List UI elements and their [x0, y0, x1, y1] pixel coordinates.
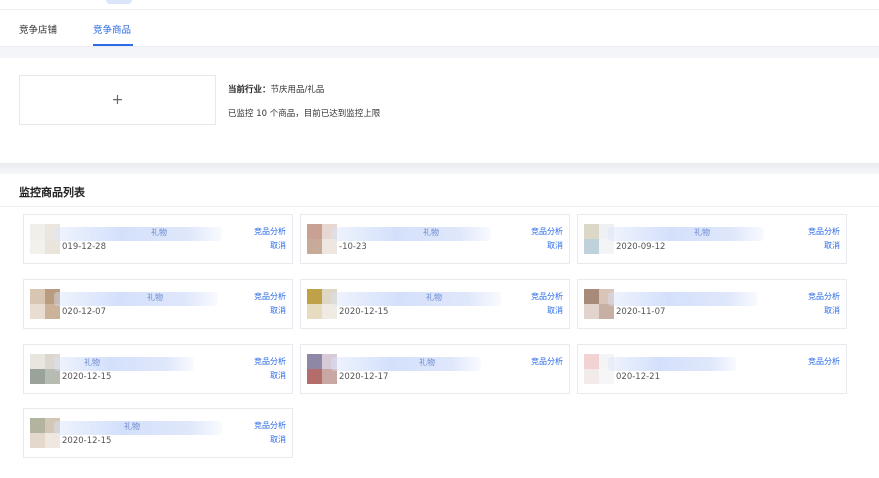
product-name-redacted	[608, 357, 736, 371]
cancel-monitor-link[interactable]: 取消	[270, 370, 286, 381]
cancel-monitor-link[interactable]: 取消	[547, 305, 563, 316]
title-divider	[0, 206, 879, 207]
competitor-analysis-link[interactable]: 竞品分析	[531, 356, 563, 367]
product-name[interactable]: 礼物	[151, 227, 167, 238]
cancel-monitor-link[interactable]: 取消	[270, 305, 286, 316]
competitor-analysis-link[interactable]: 竞品分析	[531, 291, 563, 302]
product-card: 020-12-21 竞品分析	[577, 344, 847, 394]
competitor-analysis-link[interactable]: 竞品分析	[254, 291, 286, 302]
competitor-analysis-link[interactable]: 竞品分析	[808, 356, 840, 367]
industry-label: 当前行业：	[228, 85, 271, 95]
competitor-analysis-link[interactable]: 竞品分析	[254, 356, 286, 367]
cancel-monitor-link[interactable]: 取消	[824, 305, 840, 316]
product-name-redacted	[54, 227, 222, 241]
product-name-redacted	[54, 357, 194, 371]
product-card: 礼物 2020-12-17 竞品分析	[300, 344, 570, 394]
monitor-date: 2020-09-12	[616, 242, 666, 252]
tab-bar: 竞争店铺 竞争商品	[0, 11, 879, 47]
product-card: 礼物 2020-12-15 竞品分析取消	[300, 279, 570, 329]
product-name-redacted	[331, 227, 491, 241]
industry-value: 节庆用品/礼品	[270, 85, 325, 95]
plus-icon: +	[111, 92, 124, 108]
competitor-analysis-link[interactable]: 竞品分析	[254, 420, 286, 431]
product-name[interactable]: 礼物	[694, 227, 710, 238]
product-card: 礼物 020-12-07 竞品分析取消	[23, 279, 293, 329]
monitor-date: 020-12-21	[616, 372, 660, 382]
monitor-date: -10-23	[339, 242, 367, 252]
product-card: 礼物 2020-12-15 竞品分析取消	[23, 408, 293, 458]
cancel-monitor-link[interactable]: 取消	[270, 434, 286, 445]
section-divider	[0, 47, 879, 58]
competitor-analysis-link[interactable]: 竞品分析	[254, 226, 286, 237]
tab-competing-shops[interactable]: 竞争店铺	[19, 22, 57, 36]
monitor-date: 020-12-07	[62, 307, 106, 317]
product-name-redacted	[331, 292, 501, 306]
product-name[interactable]: 礼物	[426, 292, 442, 303]
monitor-date: 2020-12-15	[62, 372, 112, 382]
product-name[interactable]: 礼物	[423, 227, 439, 238]
monitor-date: 2020-12-17	[339, 372, 389, 382]
cancel-monitor-link[interactable]: 取消	[547, 240, 563, 251]
product-card: 礼物 -10-23 竞品分析取消	[300, 214, 570, 264]
product-name[interactable]: 礼物	[419, 357, 435, 368]
cancel-monitor-link[interactable]: 取消	[824, 240, 840, 251]
product-name[interactable]: 礼物	[147, 292, 163, 303]
competitor-analysis-link[interactable]: 竞品分析	[808, 291, 840, 302]
competitor-analysis-link[interactable]: 竞品分析	[531, 226, 563, 237]
monitor-config-panel: + 当前行业：节庆用品/礼品 已监控 10 个商品，目前已达到监控上限	[0, 58, 879, 166]
product-name[interactable]: 礼物	[124, 421, 140, 432]
product-name-redacted	[54, 292, 218, 306]
list-title: 监控商品列表	[19, 186, 85, 199]
active-tab-indicator	[93, 44, 133, 46]
product-card: 礼物 2020-09-12 竞品分析取消	[577, 214, 847, 264]
add-product-button[interactable]: +	[19, 75, 216, 125]
product-name-redacted	[331, 357, 481, 371]
monitor-date: 019-12-28	[62, 242, 106, 252]
product-name-redacted	[608, 227, 764, 241]
monitor-date: 2020-12-15	[62, 436, 112, 446]
tab-competing-goods[interactable]: 竞争商品	[93, 22, 131, 36]
current-industry: 当前行业：节庆用品/礼品	[228, 83, 324, 95]
monitor-date: 2020-12-15	[339, 307, 389, 317]
cancel-monitor-link[interactable]: 取消	[270, 240, 286, 251]
product-card: 礼物 2020-12-15 竞品分析取消	[23, 344, 293, 394]
monitor-date: 2020-11-07	[616, 307, 666, 317]
top-indicator	[106, 0, 132, 4]
product-card: 2020-11-07 竞品分析取消	[577, 279, 847, 329]
product-name[interactable]: 礼物	[84, 357, 100, 368]
product-name-redacted	[608, 292, 758, 306]
competitor-analysis-link[interactable]: 竞品分析	[808, 226, 840, 237]
product-card: 礼物 019-12-28 竞品分析取消	[23, 214, 293, 264]
section-divider	[0, 163, 879, 174]
monitor-limit-note: 已监控 10 个商品，目前已达到监控上限	[228, 109, 381, 119]
top-bar	[0, 0, 879, 10]
